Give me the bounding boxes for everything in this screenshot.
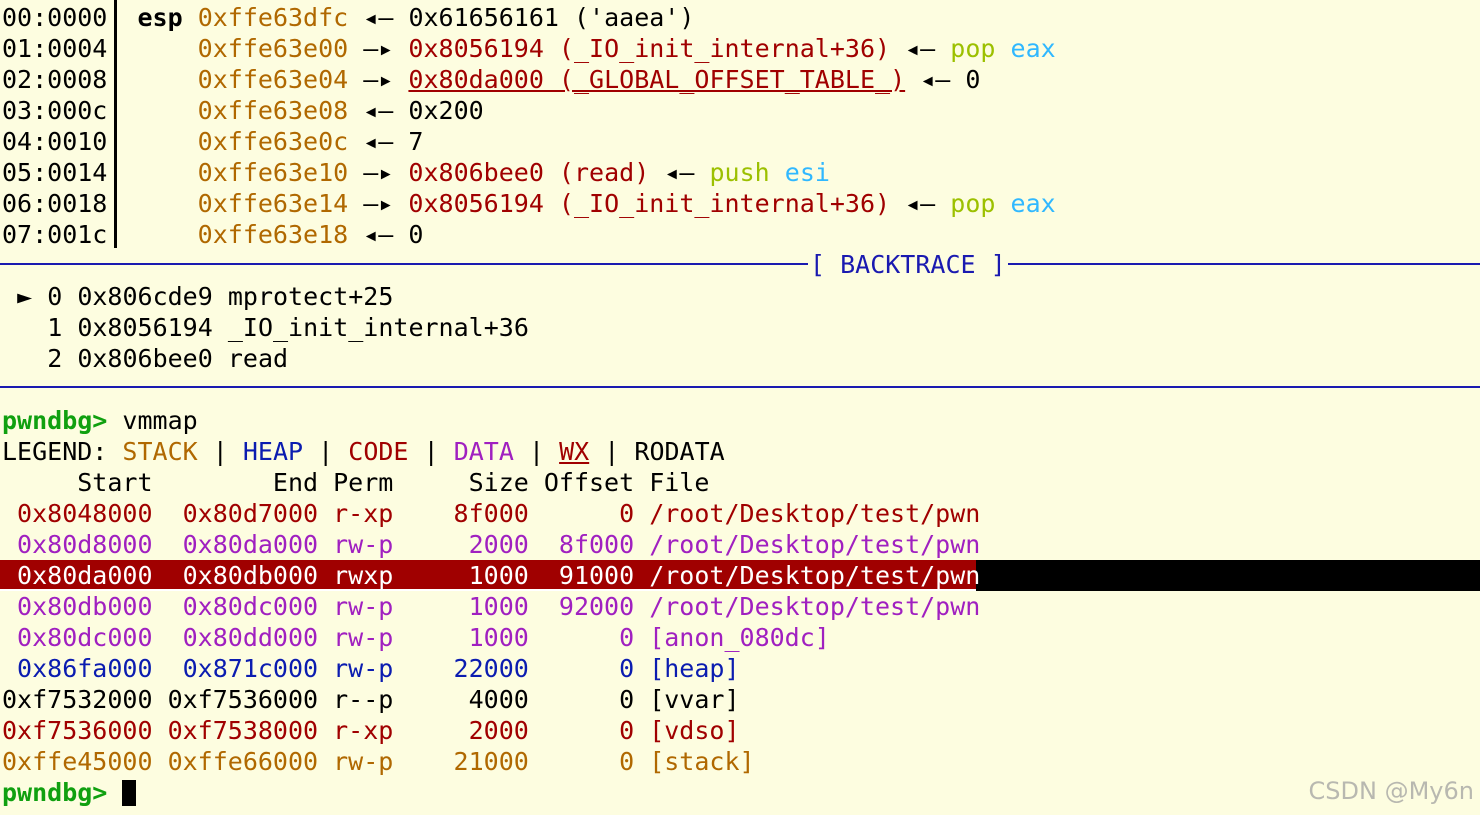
stack-offset: 05:0014 xyxy=(2,158,108,187)
context-end-separator xyxy=(0,386,1480,388)
vmmap-row: 0x80d8000 0x80da000 rw-p 2000 8f000 /roo… xyxy=(2,530,981,559)
stack-value: 0 xyxy=(408,220,424,249)
instruction-arg: eax xyxy=(1010,34,1056,63)
vmmap-row: 0x80dc000 0x80dd000 rw-p 1000 0 [anon_08… xyxy=(2,623,830,652)
backtrace-frame: 1 0x8056194 _IO_init_internal+36 xyxy=(2,312,529,343)
vmmap-row: 0xf7536000 0xf7538000 r-xp 2000 0 [vdso] xyxy=(2,716,740,745)
frame-address: 0x8056194 xyxy=(77,313,213,342)
stack-offset: 00:0000 xyxy=(2,3,108,32)
arrow-icon: —▸ xyxy=(363,158,394,187)
stack-offset: 01:0004 xyxy=(2,34,108,63)
legend-code: CODE xyxy=(348,437,409,466)
prompt: pwndbg> xyxy=(2,778,108,807)
stack-address: 0xffe63e00 xyxy=(197,34,349,63)
stack-address: 0xffe63e08 xyxy=(197,96,349,125)
arrow-icon: ◂— xyxy=(363,127,394,156)
stack-offset: 06:0018 xyxy=(2,189,108,218)
frame-number: 0 xyxy=(47,282,63,311)
frame-number: 2 xyxy=(47,344,63,373)
prompt: pwndbg> xyxy=(2,406,108,435)
stack-row: 00:0000 esp 0xffe63dfc ◂— 0x61656161 ('a… xyxy=(2,2,694,33)
stack-value: 0x61656161 ('aaea') xyxy=(408,3,695,32)
stack-offset: 02:0008 xyxy=(2,65,108,94)
arrow-icon: —▸ xyxy=(363,34,394,63)
stack-row: 01:0004 0xffe63e00 —▸ 0x8056194 (_IO_ini… xyxy=(2,33,1056,64)
frame-address: 0x806bee0 xyxy=(77,344,213,373)
vmmap-row: 0x86fa000 0x871c000 rw-p 22000 0 [heap] xyxy=(2,654,740,683)
frame-address: 0x806cde9 xyxy=(77,282,213,311)
frame-symbol: read xyxy=(227,344,289,373)
stack-row: 03:000c 0xffe63e08 ◂— 0x200 xyxy=(2,95,484,126)
stack-offset: 07:001c xyxy=(2,220,108,249)
stack-address: 0xffe63e0c xyxy=(197,127,349,156)
stack-tail-value: 0 xyxy=(965,65,981,94)
stack-offset: 04:0010 xyxy=(2,127,108,156)
legend-data: DATA xyxy=(453,437,514,466)
frame-symbol: mprotect+25 xyxy=(227,282,394,311)
legend-stack: STACK xyxy=(122,437,198,466)
arrow-icon: ◂— xyxy=(363,3,394,32)
command-line: pwndbg> vmmap xyxy=(2,405,198,436)
stack-value: 0x8056194 (_IO_init_internal+36) xyxy=(408,34,891,63)
backtrace-frame: ► 0 0x806cde9 mprotect+25 xyxy=(2,281,393,312)
vmmap-row-wx: 0x80da000 0x80db000 rwxp 1000 91000 /roo… xyxy=(2,561,981,590)
legend-label: LEGEND: xyxy=(2,437,108,466)
stack-address: 0xffe63e14 xyxy=(197,189,349,218)
arrow-icon: ◂— xyxy=(920,65,951,94)
arrow-icon: ◂— xyxy=(664,158,695,187)
stack-row: 05:0014 0xffe63e10 —▸ 0x806bee0 (read) ◂… xyxy=(2,157,830,188)
command-text: vmmap xyxy=(122,406,198,435)
register-name: esp xyxy=(137,3,183,32)
vmmap-row: 0x80db000 0x80dc000 rw-p 1000 92000 /roo… xyxy=(2,592,981,621)
stack-address: 0xffe63e04 xyxy=(197,65,349,94)
legend-wx: WX xyxy=(559,437,590,466)
instruction-arg: esi xyxy=(784,158,830,187)
stack-address: 0xffe63e18 xyxy=(197,220,349,249)
arrow-icon: ◂— xyxy=(363,96,394,125)
stack-row: 06:0018 0xffe63e14 —▸ 0x8056194 (_IO_ini… xyxy=(2,188,1056,219)
text-cursor[interactable] xyxy=(122,780,137,806)
legend-rodata: RODATA xyxy=(634,437,725,466)
frame-number: 1 xyxy=(47,313,63,342)
vmmap-header: Start End Perm Size Offset File xyxy=(2,468,710,497)
vmmap-row: 0xf7532000 0xf7536000 r--p 4000 0 [vvar] xyxy=(2,685,740,714)
arrow-icon: ◂— xyxy=(905,189,936,218)
instruction-op: pop xyxy=(950,189,996,218)
stack-offset: 03:000c xyxy=(2,96,108,125)
stack-value: 0x200 xyxy=(408,96,484,125)
stack-address: 0xffe63e10 xyxy=(197,158,349,187)
stack-row: 02:0008 0xffe63e04 —▸ 0x80da000 (_GLOBAL… xyxy=(2,64,980,95)
legend-heap: HEAP xyxy=(242,437,304,466)
arrow-icon: —▸ xyxy=(363,65,394,94)
instruction-arg: eax xyxy=(1010,189,1056,218)
arrow-icon: ◂— xyxy=(363,220,394,249)
watermark: CSDN @My6n xyxy=(1308,777,1474,805)
vmmap-row: 0xffe45000 0xffe66000 rw-p 21000 0 [stac… xyxy=(2,747,755,776)
arrow-icon: —▸ xyxy=(363,189,394,218)
current-frame-marker-icon: ► xyxy=(17,282,33,311)
stack-value: 0x8056194 (_IO_init_internal+36) xyxy=(408,189,891,218)
input-line[interactable]: pwndbg> xyxy=(2,777,137,808)
backtrace-title: [ BACKTRACE ] xyxy=(808,249,1008,280)
stack-address: 0xffe63dfc xyxy=(197,3,349,32)
stack-value: 0x80da000 (_GLOBAL_OFFSET_TABLE_) xyxy=(408,65,906,94)
stack-row: 04:0010 0xffe63e0c ◂— 7 xyxy=(2,126,423,157)
stack-row: 07:001c 0xffe63e18 ◂— 0 xyxy=(2,219,423,250)
stack-value: 7 xyxy=(408,127,424,156)
instruction-op: pop xyxy=(950,34,996,63)
arrow-icon: ◂— xyxy=(905,34,936,63)
stack-value: 0x806bee0 (read) xyxy=(408,158,650,187)
vmmap-row: 0x8048000 0x80d7000 r-xp 8f000 0 /root/D… xyxy=(2,499,981,528)
frame-symbol: _IO_init_internal+36 xyxy=(227,313,529,342)
legend: LEGEND: STACK | HEAP | CODE | DATA | WX … xyxy=(2,437,725,466)
backtrace-frame: 2 0x806bee0 read xyxy=(2,343,288,374)
backtrace-separator xyxy=(0,263,1480,265)
instruction-op: push xyxy=(709,158,770,187)
